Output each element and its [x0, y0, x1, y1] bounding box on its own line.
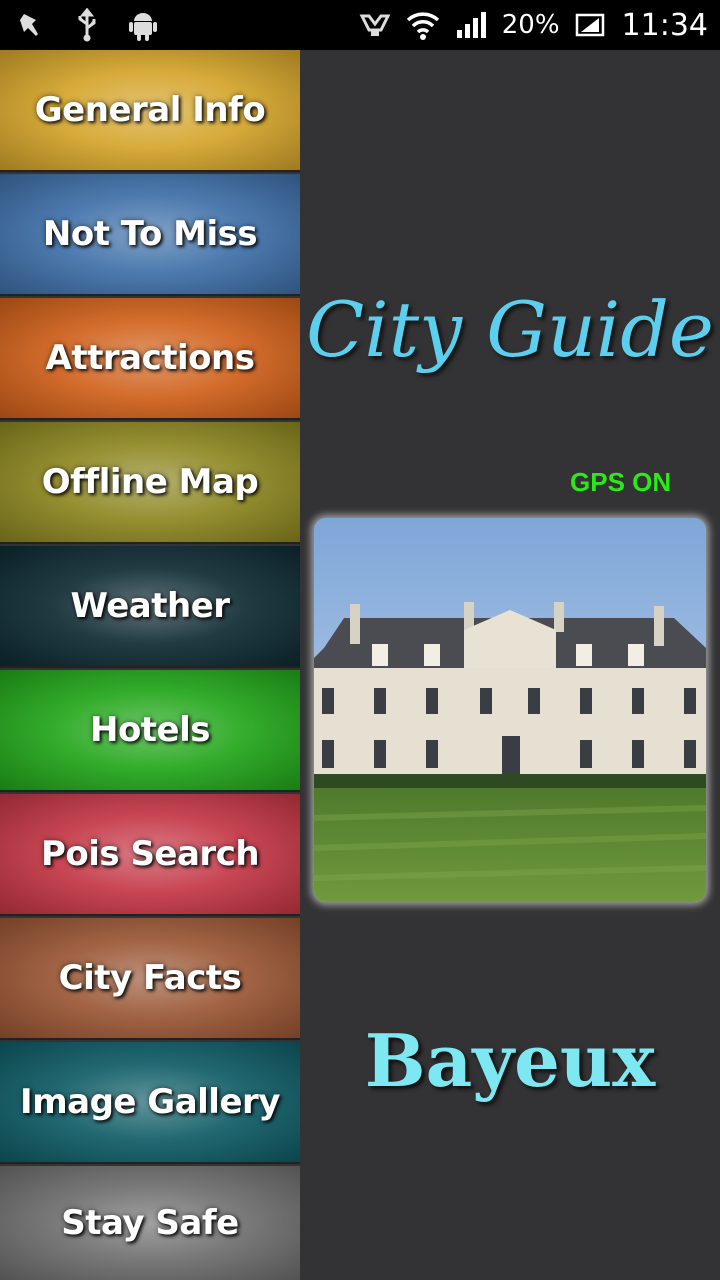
signal-icon	[454, 8, 488, 42]
menu-item-label: Pois Search	[40, 834, 260, 874]
menu-item-label: City Facts	[58, 958, 242, 998]
headset-icon	[358, 8, 392, 42]
menu-item-label: Offline Map	[41, 462, 259, 502]
pin-icon	[14, 8, 48, 42]
menu-item-offline-map[interactable]: Offline Map	[0, 422, 300, 544]
battery-icon	[574, 8, 608, 42]
menu-item-label: Hotels	[89, 710, 211, 750]
gps-status: GPS ON	[570, 467, 672, 497]
menu-item-label: General Info	[34, 90, 266, 130]
menu-item-label: Image Gallery	[20, 1082, 280, 1122]
menu-item-attractions[interactable]: Attractions	[0, 298, 300, 420]
usb-icon	[70, 8, 104, 42]
clock: 11:34	[621, 7, 708, 43]
city-name: Bayeux	[364, 1018, 656, 1103]
menu-item-label: Stay Safe	[61, 1203, 239, 1243]
menu-item-label: Weather	[70, 586, 230, 626]
menu-item-general-info[interactable]: General Info	[0, 50, 300, 172]
battery-percent: 20%	[501, 10, 560, 40]
menu-item-stay-safe[interactable]: Stay Safe	[0, 1166, 300, 1280]
menu-item-not-to-miss[interactable]: Not To Miss	[0, 174, 300, 296]
menu-item-label: Not To Miss	[42, 214, 258, 254]
city-photo	[314, 518, 706, 902]
wifi-icon	[406, 8, 440, 42]
menu-item-weather[interactable]: Weather	[0, 546, 300, 668]
menu-item-image-gallery[interactable]: Image Gallery	[0, 1042, 300, 1164]
menu-item-pois-search[interactable]: Pois Search	[0, 794, 300, 916]
main-menu: General Info Not To Miss Attractions Off…	[0, 50, 300, 1280]
android-icon	[126, 8, 160, 42]
menu-item-label: Attractions	[45, 338, 255, 378]
status-bar: 20% 11:34	[0, 0, 720, 50]
app-title: City Guide	[306, 285, 714, 374]
menu-item-city-facts[interactable]: City Facts	[0, 918, 300, 1040]
menu-item-hotels[interactable]: Hotels	[0, 670, 300, 792]
